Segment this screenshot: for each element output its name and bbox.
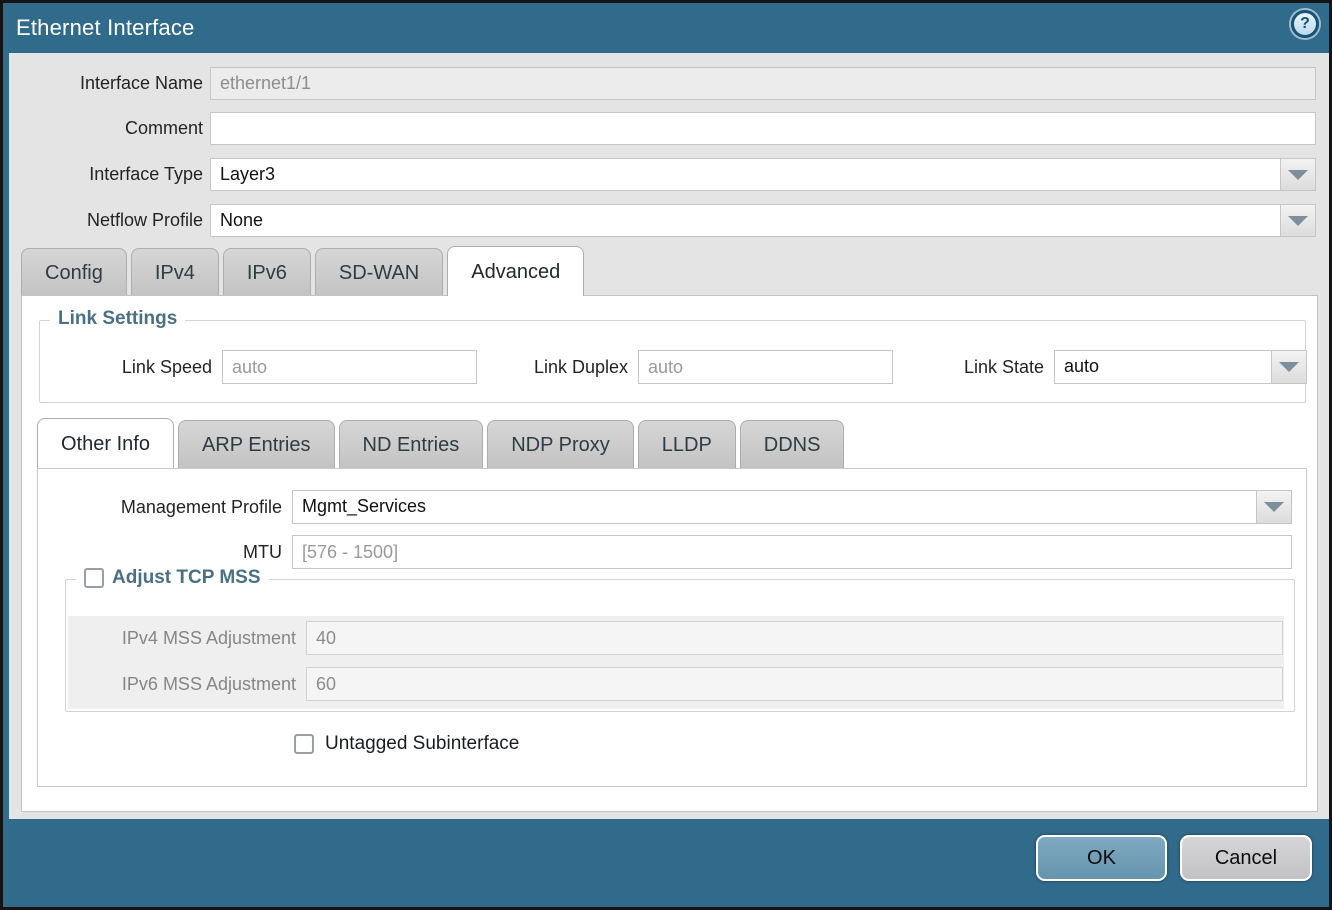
chevron-down-icon <box>1279 362 1299 372</box>
dialog-title: Ethernet Interface <box>16 15 194 41</box>
management-profile-dropdown-button[interactable] <box>1256 490 1292 524</box>
tab-ipv4[interactable]: IPv4 <box>131 248 219 296</box>
ipv6-mss-input <box>306 667 1283 701</box>
interface-type-label: Interface Type <box>3 158 203 191</box>
adjust-tcp-mss-legend: Adjust TCP MSS <box>76 567 269 589</box>
subtab-lldp[interactable]: LLDP <box>638 420 736 468</box>
link-duplex-input[interactable] <box>638 350 893 384</box>
advanced-tab-panel: Link Settings Link Speed Link Duplex Lin… <box>21 295 1318 812</box>
interface-type-value: Layer3 <box>210 158 1280 191</box>
tab-sdwan[interactable]: SD-WAN <box>315 248 443 296</box>
untagged-subinterface-row: Untagged Subinterface <box>294 733 519 755</box>
ok-button[interactable]: OK <box>1036 835 1167 881</box>
tab-advanced[interactable]: Advanced <box>447 246 584 296</box>
ipv6-mss-label: IPv6 MSS Adjustment <box>86 667 296 701</box>
adjust-tcp-mss-checkbox[interactable] <box>84 568 104 588</box>
ipv4-mss-label: IPv4 MSS Adjustment <box>86 621 296 655</box>
ethernet-interface-dialog: Ethernet Interface ? Interface Name Comm… <box>0 0 1332 910</box>
chevron-down-icon <box>1288 170 1308 180</box>
netflow-profile-label: Netflow Profile <box>3 204 203 237</box>
dialog-footer: OK Cancel <box>3 819 1329 907</box>
comment-label: Comment <box>3 112 203 145</box>
tab-config[interactable]: Config <box>21 248 127 296</box>
link-state-value: auto <box>1054 350 1271 384</box>
subtab-other-info[interactable]: Other Info <box>37 418 174 468</box>
sub-tabs: Other Info ARP Entries ND Entries NDP Pr… <box>37 418 848 468</box>
dialog-titlebar: Ethernet Interface <box>3 3 1329 53</box>
management-profile-value: Mgmt_Services <box>292 490 1256 524</box>
chevron-down-icon <box>1288 216 1308 226</box>
link-speed-label: Link Speed <box>50 350 212 384</box>
help-icon[interactable]: ? <box>1291 10 1319 38</box>
link-state-label: Link State <box>900 350 1044 384</box>
netflow-profile-dropdown-button[interactable] <box>1280 204 1316 237</box>
link-state-select[interactable]: auto <box>1054 350 1307 384</box>
link-settings-legend: Link Settings <box>50 308 185 330</box>
tab-ipv6[interactable]: IPv6 <box>223 248 311 296</box>
ipv4-mss-input <box>306 621 1283 655</box>
link-speed-input[interactable] <box>222 350 477 384</box>
chevron-down-icon <box>1264 502 1284 512</box>
mtu-input[interactable] <box>292 535 1292 569</box>
link-settings-legend-text: Link Settings <box>58 308 177 330</box>
adjust-tcp-mss-fieldset: Adjust TCP MSS IPv4 MSS Adjustment IPv6 … <box>65 579 1295 712</box>
subtab-ndp-proxy[interactable]: NDP Proxy <box>487 420 634 468</box>
management-profile-label: Management Profile <box>58 490 282 524</box>
untagged-subinterface-checkbox[interactable] <box>294 734 314 754</box>
mtu-label: MTU <box>58 535 282 569</box>
interface-type-select[interactable]: Layer3 <box>210 158 1316 191</box>
link-settings-fieldset: Link Settings Link Speed Link Duplex Lin… <box>39 320 1306 403</box>
cancel-button[interactable]: Cancel <box>1180 835 1312 881</box>
netflow-profile-value: None <box>210 204 1280 237</box>
main-tabs: Config IPv4 IPv6 SD-WAN Advanced <box>21 247 588 296</box>
link-duplex-label: Link Duplex <box>460 350 628 384</box>
link-state-dropdown-button[interactable] <box>1271 350 1307 384</box>
comment-input[interactable] <box>210 112 1316 145</box>
subtab-arp-entries[interactable]: ARP Entries <box>178 420 335 468</box>
interface-type-dropdown-button[interactable] <box>1280 158 1316 191</box>
subtab-ddns[interactable]: DDNS <box>740 420 845 468</box>
subtab-nd-entries[interactable]: ND Entries <box>339 420 484 468</box>
netflow-profile-select[interactable]: None <box>210 204 1316 237</box>
other-info-panel: Management Profile Mgmt_Services MTU Adj… <box>37 468 1307 787</box>
interface-name-input <box>210 67 1316 100</box>
management-profile-select[interactable]: Mgmt_Services <box>292 490 1292 524</box>
adjust-tcp-mss-legend-text: Adjust TCP MSS <box>112 567 261 589</box>
interface-name-label: Interface Name <box>3 67 203 100</box>
untagged-subinterface-label: Untagged Subinterface <box>325 733 519 755</box>
